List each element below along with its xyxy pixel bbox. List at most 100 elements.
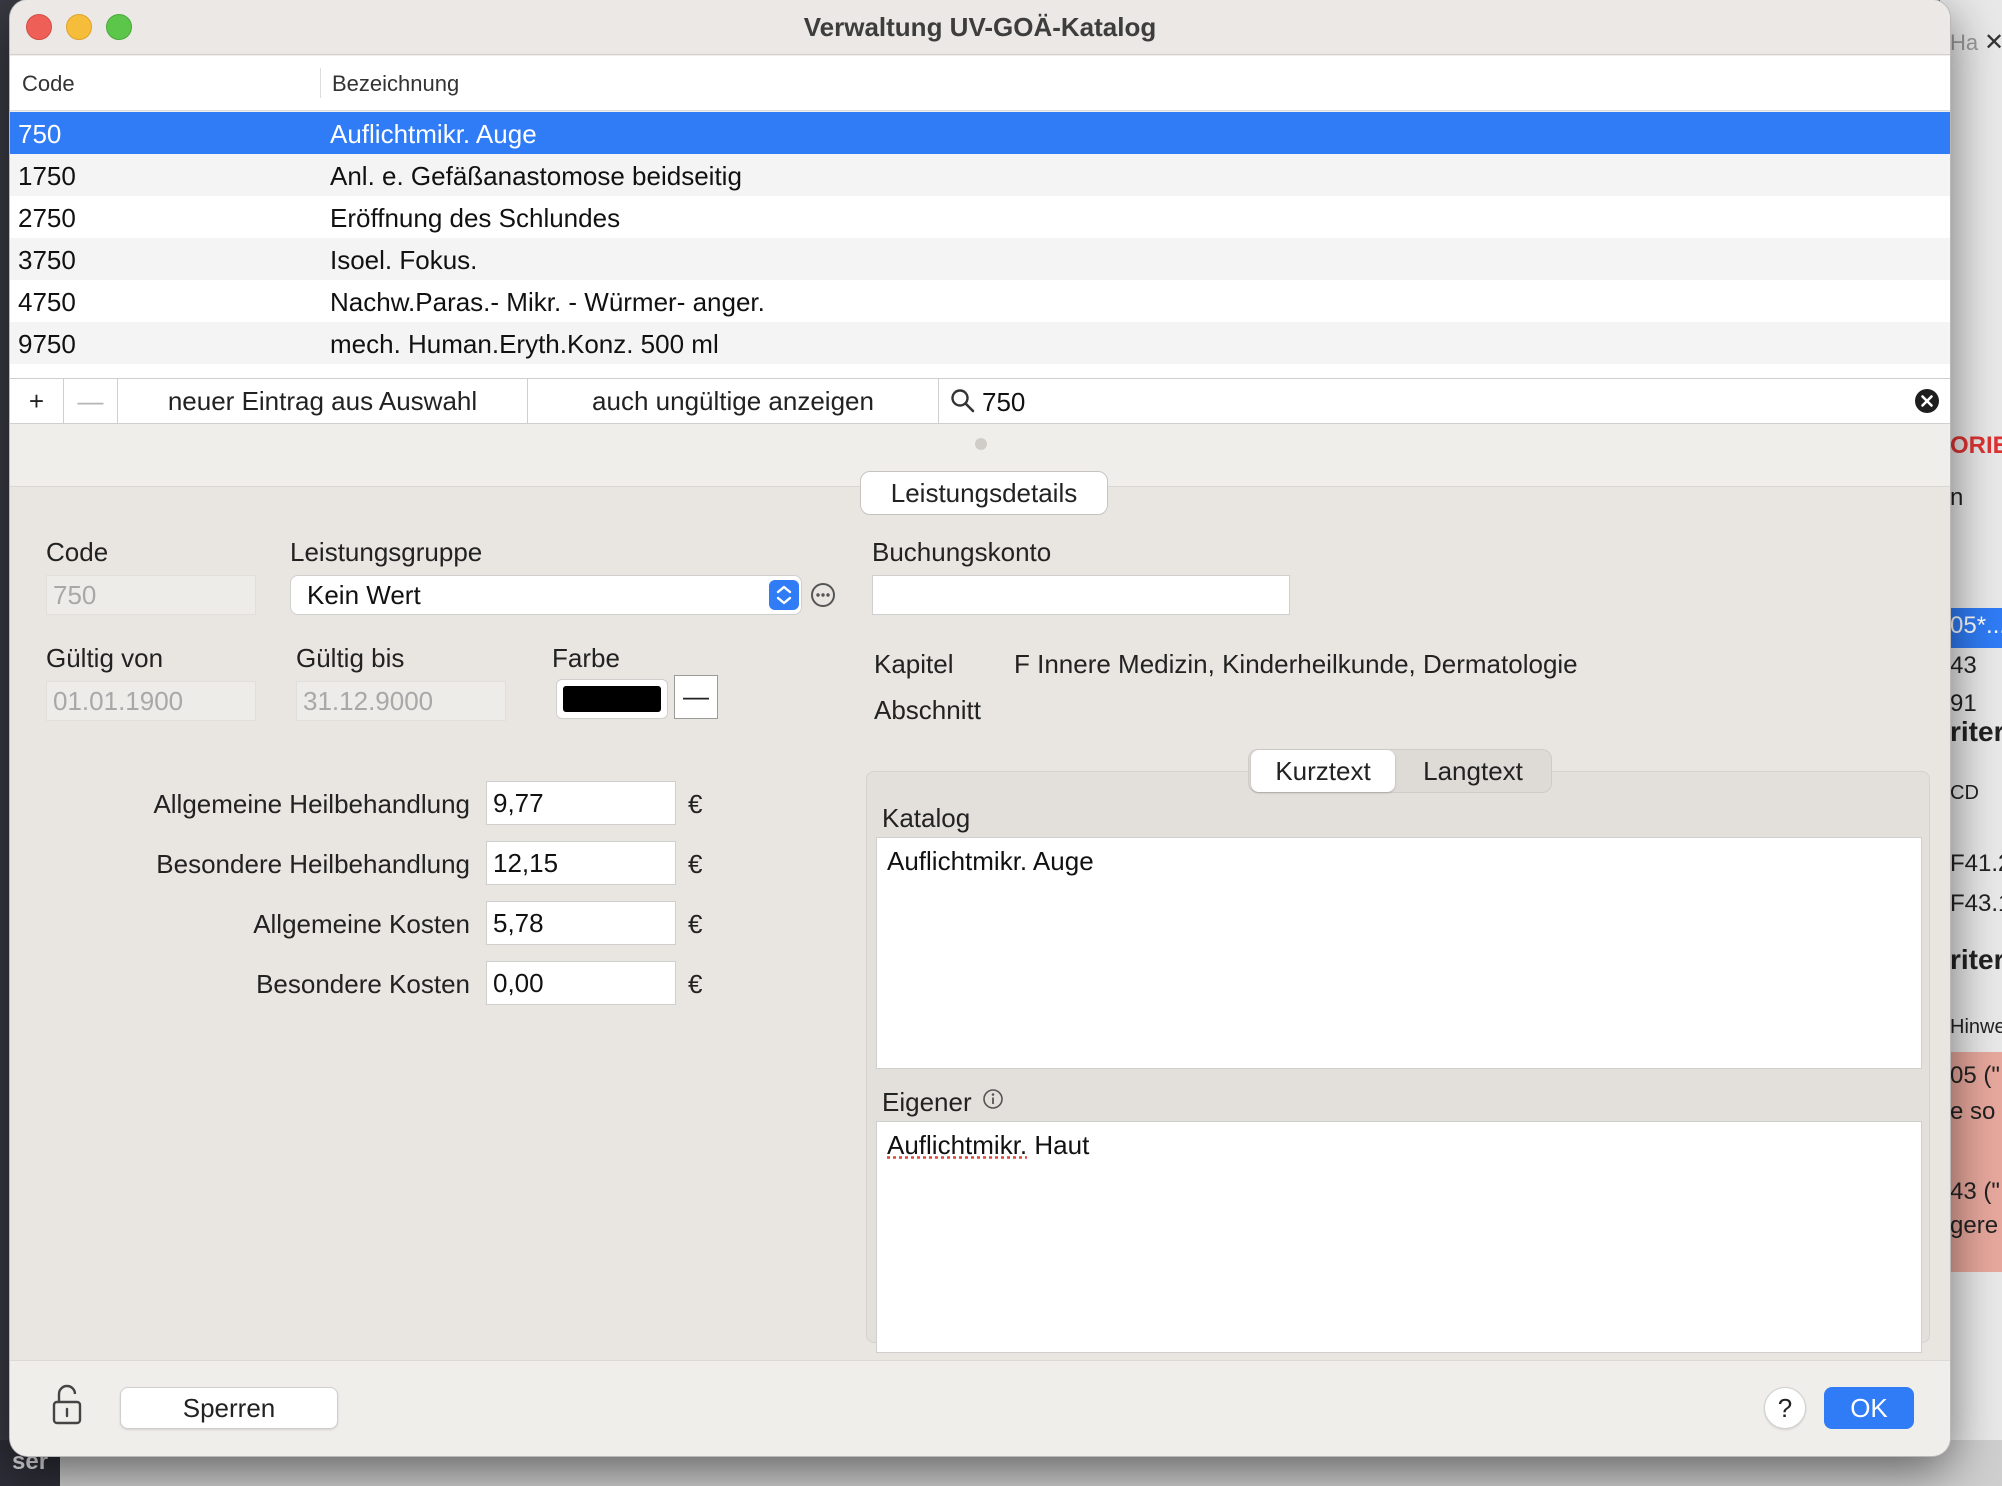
search-icon — [951, 389, 975, 413]
cell-bezeichnung: Auflichtmikr. Auge — [330, 119, 537, 149]
new-from-selection-button[interactable]: neuer Eintrag aus Auswahl — [118, 379, 528, 423]
abschnitt-label: Abschnitt — [874, 695, 981, 725]
tab-leistungsdetails[interactable]: Leistungsdetails — [860, 471, 1108, 515]
cell-bezeichnung: Anl. e. Gefäßanastomose beidseitig — [330, 161, 742, 191]
table-row[interactable]: 750 Auflichtmikr. Auge — [10, 112, 1950, 154]
fee-label: Besondere Kosten — [256, 969, 470, 999]
cell-code: 9750 — [18, 329, 76, 359]
window-title: Verwaltung UV-GOÄ-Katalog — [803, 12, 1157, 42]
footer-bar: Sperren ? OK — [10, 1360, 1950, 1456]
column-header-code[interactable]: Code — [22, 71, 75, 97]
eigener-text: Haut — [1027, 1130, 1090, 1160]
column-header-bezeichnung[interactable]: Bezeichnung — [332, 71, 459, 97]
table-row[interactable]: 2750 Eröffnung des Schlundes — [10, 196, 1950, 238]
split-view-handle[interactable] — [975, 438, 987, 450]
table-filler — [10, 364, 1950, 378]
kapitel-label: Kapitel — [874, 649, 954, 679]
currency-label: € — [688, 969, 703, 999]
code-label: Code — [46, 537, 109, 567]
kapitel-value: F Innere Medizin, Kinderheilkunde, Derma… — [1014, 649, 1578, 679]
cell-bezeichnung: Isoel. Fokus. — [330, 245, 478, 275]
tab-langtext[interactable]: Langtext — [1397, 750, 1549, 792]
katalog-textarea[interactable]: Auflichtmikr. Auge — [876, 837, 1922, 1069]
bg-text: Ha — [1950, 30, 1979, 55]
show-invalid-button[interactable]: auch ungültige anzeigen — [528, 379, 939, 423]
bg-text: F43.1 — [1950, 890, 2002, 917]
code-field: 750 — [46, 575, 256, 615]
fee-label: Allgemeine Heilbehandlung — [153, 789, 470, 819]
fee-input[interactable]: 5,78 — [486, 901, 676, 945]
cell-code: 3750 — [18, 245, 76, 275]
bg-text: riter — [1950, 944, 2002, 975]
color-swatch — [563, 686, 661, 712]
clear-search-icon[interactable] — [1914, 388, 1940, 414]
text-segmented-control: Kurztext Langtext — [1248, 749, 1552, 793]
remove-color-button[interactable]: — — [674, 675, 718, 719]
bg-text: e so r — [1950, 1098, 2002, 1125]
unlock-icon[interactable] — [50, 1383, 84, 1427]
leistungsgruppe-value: Kein Wert — [307, 580, 421, 610]
table-row[interactable]: 9750 mech. Human.Eryth.Konz. 500 ml — [10, 322, 1950, 364]
details-pane: Leistungsdetails Code 750 Leistungsgrupp… — [10, 471, 1950, 1361]
chevron-updown-icon — [769, 580, 799, 610]
leistungsgruppe-label: Leistungsgruppe — [290, 537, 483, 567]
lock-button[interactable]: Sperren — [120, 1387, 338, 1429]
eigener-text-misspelled: Auflichtmikr. — [887, 1130, 1028, 1160]
fee-label: Allgemeine Kosten — [253, 909, 470, 939]
bg-text: 91 — [1950, 690, 1977, 717]
bg-text: 43 (" — [1950, 1178, 2000, 1205]
more-options-icon[interactable] — [810, 582, 836, 608]
table-row[interactable]: 1750 Anl. e. Gefäßanastomose beidseitig — [10, 154, 1950, 196]
fee-input[interactable]: 9,77 — [486, 781, 676, 825]
bg-text: riter — [1950, 716, 2002, 747]
bg-text: CD — [1950, 782, 1979, 804]
tab-kurztext[interactable]: Kurztext — [1251, 750, 1395, 792]
ok-button[interactable]: OK — [1824, 1387, 1914, 1429]
bg-text: 43 — [1950, 652, 1977, 679]
add-entry-button[interactable]: + — [10, 379, 64, 423]
bg-text: n — [1950, 484, 1964, 511]
cell-bezeichnung: mech. Human.Eryth.Konz. 500 ml — [330, 329, 719, 359]
fee-label: Besondere Heilbehandlung — [156, 849, 470, 879]
fee-input[interactable]: 0,00 — [486, 961, 676, 1005]
color-well[interactable] — [556, 679, 668, 719]
cell-code: 1750 — [18, 161, 76, 191]
remove-entry-button[interactable]: — — [64, 379, 118, 423]
help-button[interactable]: ? — [1764, 1387, 1806, 1429]
valid-from-field: 01.01.1900 — [46, 681, 256, 721]
valid-to-label: Gültig bis — [296, 643, 405, 673]
bg-close-icon: ✕ — [1984, 29, 2002, 56]
leistungsgruppe-select[interactable]: Kein Wert — [290, 575, 802, 615]
fee-input[interactable]: 12,15 — [486, 841, 676, 885]
catalog-window: Verwaltung UV-GOÄ-Katalog Code Bezeichnu… — [10, 0, 1950, 1456]
bg-text: 05*... — [1950, 612, 2002, 639]
cell-code: 750 — [18, 119, 62, 149]
cell-code: 4750 — [18, 287, 76, 317]
bg-text: Hinwe — [1950, 1016, 2002, 1038]
bg-text: 05 (" — [1950, 1062, 2000, 1089]
bg-text: ORIE — [1950, 432, 2002, 459]
valid-to-field: 31.12.9000 — [296, 681, 506, 721]
cell-bezeichnung: Nachw.Paras.- Mikr. - Würmer- anger. — [330, 287, 765, 317]
buchungskonto-input[interactable] — [872, 575, 1290, 615]
katalog-label: Katalog — [882, 803, 971, 833]
currency-label: € — [688, 909, 703, 939]
search-input[interactable] — [980, 385, 1884, 419]
cell-code: 2750 — [18, 203, 76, 233]
info-icon[interactable] — [982, 1088, 1004, 1110]
table-header: Code Bezeichnung — [10, 56, 1950, 111]
bg-text: F41.2 — [1950, 850, 2002, 877]
color-label: Farbe — [552, 643, 620, 673]
eigener-textarea[interactable]: Auflichtmikr. Haut — [876, 1121, 1922, 1353]
eigener-label: Eigener — [882, 1087, 972, 1117]
table-row[interactable]: 3750 Isoel. Fokus. — [10, 238, 1950, 280]
column-divider — [320, 68, 321, 98]
currency-label: € — [688, 849, 703, 879]
table-row[interactable]: 4750 Nachw.Paras.- Mikr. - Würmer- anger… — [10, 280, 1950, 322]
bg-text: gere — [1950, 1212, 1999, 1239]
currency-label: € — [688, 789, 703, 819]
cell-bezeichnung: Eröffnung des Schlundes — [330, 203, 621, 233]
buchungskonto-label: Buchungskonto — [872, 537, 1052, 567]
table-toolbar: + — neuer Eintrag aus Auswahl auch ungül… — [10, 378, 1950, 424]
katalog-text: Auflichtmikr. Auge — [887, 846, 1094, 876]
